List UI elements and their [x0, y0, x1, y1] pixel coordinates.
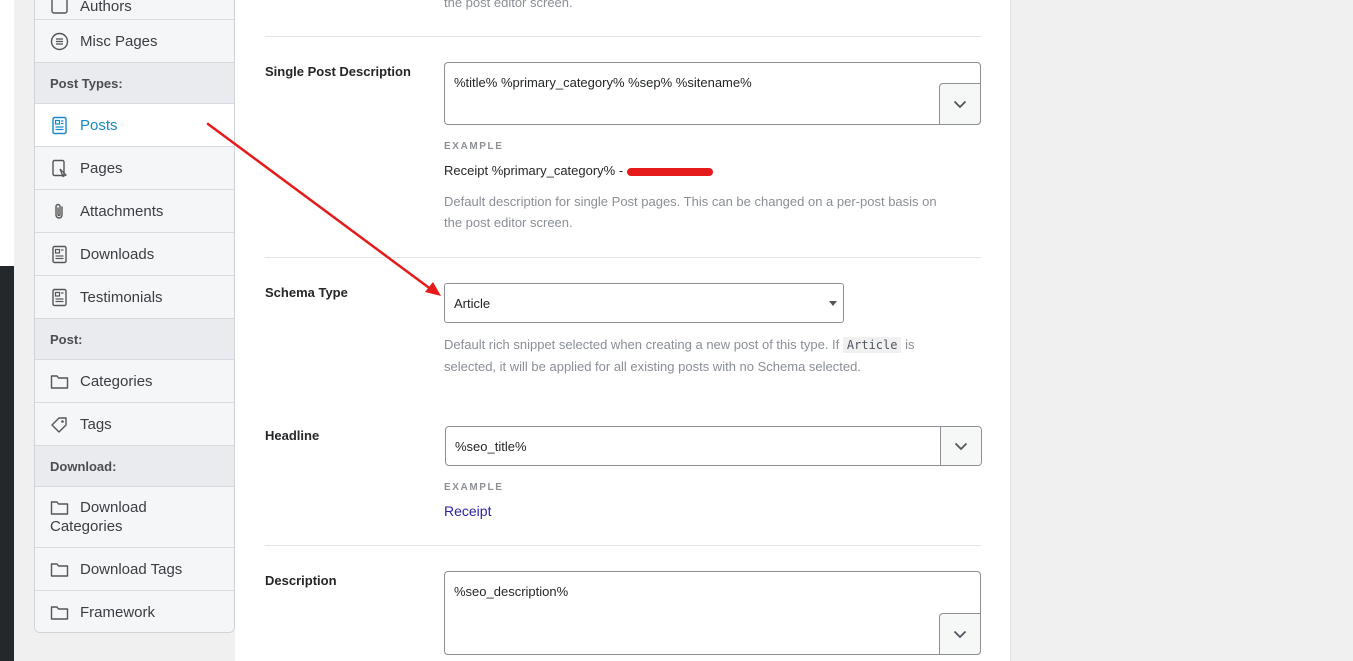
sidebar-item-tags[interactable]: Tags	[35, 403, 234, 446]
example-text: Receipt %primary_category% -	[444, 163, 624, 178]
paperclip-icon	[50, 202, 69, 221]
description-value: %seo_description%	[454, 584, 569, 599]
sidebar-item-attachments[interactable]: Attachments	[35, 190, 234, 233]
divider	[265, 36, 981, 37]
variables-dropdown-button[interactable]	[940, 427, 981, 465]
headline-value: %seo_title%	[455, 439, 527, 454]
sidebar-item-label-line2: Categories	[50, 518, 123, 535]
headline-input[interactable]: %seo_title%	[445, 426, 982, 466]
chevron-down-icon	[953, 630, 967, 638]
sidebar-item-testimonials[interactable]: Testimonials	[35, 276, 234, 319]
list-circle-icon	[50, 32, 69, 51]
caret-down-icon	[829, 301, 837, 306]
sidebar-item-label: Testimonials	[80, 288, 163, 306]
chevron-down-icon	[954, 442, 968, 450]
example-label: EXAMPLE	[444, 141, 504, 152]
divider	[265, 257, 981, 258]
sidebar-item-download-categories[interactable]: Download Categories	[35, 487, 234, 548]
single-post-description-example: Receipt %primary_category% -	[444, 163, 714, 178]
schema-type-help-line2: selected, it will be applied for all exi…	[444, 359, 861, 374]
sidebar-item-label: Pages	[80, 159, 123, 177]
section-header-post-types: Post Types:	[35, 63, 234, 104]
single-post-description-help-line2: the post editor screen.	[444, 215, 573, 230]
sidebar-item-pages[interactable]: Pages	[35, 147, 234, 190]
chevron-down-icon	[953, 100, 967, 108]
folder-icon	[50, 560, 69, 579]
schema-help-text: Default rich snippet selected when creat…	[444, 337, 840, 352]
sidebar-item-misc-pages[interactable]: Misc Pages	[35, 20, 234, 63]
variables-dropdown-button[interactable]	[939, 83, 981, 125]
variables-dropdown-button[interactable]	[939, 613, 981, 655]
left-edge-strip	[0, 0, 14, 661]
single-post-description-help-line1: Default description for single Post page…	[444, 194, 937, 209]
description-label: Description	[265, 573, 337, 588]
headline-label: Headline	[265, 428, 320, 443]
doc-icon	[50, 245, 69, 264]
sidebar-item-label: Tags	[80, 415, 112, 433]
schema-type-value: Article	[454, 296, 491, 311]
page-doc-icon	[50, 159, 69, 178]
section-header-post: Post:	[35, 319, 234, 360]
description-input[interactable]: %seo_description%	[444, 571, 981, 655]
sidebar-item-label: Misc Pages	[80, 32, 158, 50]
sidebar-item-label: Downloads	[80, 245, 155, 263]
sidebar-item-label: Download	[80, 498, 147, 516]
sidebar-item-label: Categories	[80, 372, 153, 390]
authors-icon	[50, 0, 69, 15]
headline-example: Receipt	[444, 503, 492, 519]
single-post-description-label: Single Post Description	[265, 64, 411, 79]
sidebar-item-label: Authors	[80, 0, 132, 15]
folder-icon	[50, 603, 69, 622]
sidebar-item-label: Framework	[80, 603, 156, 621]
settings-sidebar: Authors Misc Pages Post Types: Posts Pag…	[34, 0, 235, 633]
sidebar-item-label: Download Tags	[80, 560, 183, 578]
folder-icon	[50, 498, 69, 517]
schema-type-select[interactable]: Article	[444, 283, 844, 323]
schema-type-label: Schema Type	[265, 285, 348, 300]
sidebar-item-label: Posts	[80, 116, 118, 134]
post-doc-icon	[50, 116, 69, 135]
single-post-description-input[interactable]: %title% %primary_category% %sep% %sitena…	[444, 62, 981, 125]
redaction-mark	[627, 167, 714, 176]
single-post-description-value: %title% %primary_category% %sep% %sitena…	[454, 75, 752, 90]
folder-icon	[50, 372, 69, 391]
sidebar-item-framework[interactable]: Framework	[35, 591, 234, 632]
example-label: EXAMPLE	[444, 482, 504, 493]
sidebar-item-label-wrap: Download Categories	[50, 497, 147, 536]
sidebar-item-download-tags[interactable]: Download Tags	[35, 548, 234, 591]
schema-help-text-tail: is	[905, 337, 915, 352]
sidebar-item-categories[interactable]: Categories	[35, 360, 234, 403]
sidebar-item-posts[interactable]: Posts	[35, 104, 234, 147]
admin-menu-edge	[0, 266, 14, 661]
previous-field-help: the post editor screen.	[444, 0, 573, 10]
doc-icon	[50, 288, 69, 307]
tag-icon	[50, 415, 69, 434]
sidebar-item-authors[interactable]: Authors	[35, 0, 234, 20]
divider	[265, 545, 981, 546]
schema-type-help-line1: Default rich snippet selected when creat…	[444, 334, 915, 356]
sidebar-item-label: Attachments	[80, 202, 164, 220]
section-header-download: Download:	[35, 446, 234, 487]
schema-help-code: Article	[842, 337, 902, 353]
sidebar-item-downloads[interactable]: Downloads	[35, 233, 234, 276]
